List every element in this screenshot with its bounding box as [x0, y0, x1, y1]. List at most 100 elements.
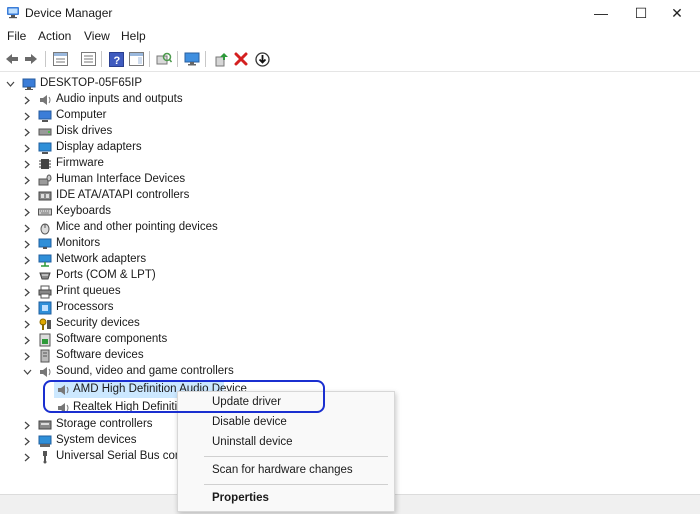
- tree-item-mice[interactable]: Mice and other pointing devices: [0, 220, 700, 236]
- tree-item-label: Storage controllers: [56, 418, 153, 430]
- tree-item-computer[interactable]: Computer: [0, 108, 700, 124]
- tree-root-label: DESKTOP-05F65IP: [40, 77, 143, 89]
- tree-item-label: Sound, video and game controllers: [56, 365, 234, 377]
- chevron-down-icon[interactable]: [22, 364, 32, 380]
- context-separator: [204, 456, 388, 457]
- security-key-icon: [39, 318, 51, 330]
- tree-item-label: Disk drives: [56, 125, 113, 137]
- uninstall-x-icon[interactable]: [232, 50, 250, 68]
- chevron-right-icon[interactable]: [22, 348, 32, 364]
- toolbar-separator: [205, 51, 206, 67]
- tree-item-label: IDE ATA/ATAPI controllers: [56, 189, 190, 201]
- tree-item-software-devices[interactable]: Software devices: [0, 348, 700, 364]
- monitor-icon[interactable]: [183, 50, 201, 68]
- tree-item-firmware[interactable]: Firmware: [0, 156, 700, 172]
- software-component-icon: [39, 333, 51, 347]
- menu-view[interactable]: View: [84, 29, 110, 43]
- disk-drive-icon: [38, 128, 52, 136]
- tree-item-software-components[interactable]: Software components: [0, 332, 700, 348]
- view-list-icon[interactable]: [79, 50, 97, 68]
- chevron-right-icon[interactable]: [22, 417, 32, 433]
- chevron-right-icon[interactable]: [22, 316, 32, 332]
- chevron-right-icon[interactable]: [22, 140, 32, 156]
- mouse-icon: [40, 223, 50, 235]
- toolbar-separator: [177, 51, 178, 67]
- tree-item-label: Software devices: [56, 349, 144, 361]
- toolbar-separator: [149, 51, 150, 67]
- tree-item-label: Print queues: [56, 285, 121, 297]
- chevron-right-icon[interactable]: [22, 156, 32, 172]
- help-icon[interactable]: ?: [107, 50, 125, 68]
- tree-item-audio-inputs[interactable]: Audio inputs and outputs: [0, 92, 700, 108]
- tree-item-label: Computer: [56, 109, 107, 121]
- add-driver-icon[interactable]: [212, 50, 230, 68]
- tree-root[interactable]: DESKTOP-05F65IP: [0, 76, 700, 92]
- download-driver-icon[interactable]: [253, 50, 271, 68]
- tree-item-sound-video[interactable]: Sound, video and game controllers: [0, 364, 700, 380]
- hid-icon: [38, 174, 52, 186]
- chevron-right-icon[interactable]: [22, 188, 32, 204]
- speaker-icon: [40, 95, 51, 105]
- monitor-icon: [38, 238, 52, 249]
- chevron-right-icon[interactable]: [22, 284, 32, 300]
- chevron-right-icon[interactable]: [22, 433, 32, 449]
- chevron-right-icon[interactable]: [22, 252, 32, 268]
- tree-item-hid[interactable]: Human Interface Devices: [0, 172, 700, 188]
- tree-item-label: Security devices: [56, 317, 140, 329]
- tree-item-network[interactable]: Network adapters: [0, 252, 700, 268]
- ide-controller-icon: [38, 191, 52, 201]
- context-disable-device[interactable]: Disable device: [212, 416, 287, 428]
- toolbar-separator: [101, 51, 102, 67]
- tree-item-processors[interactable]: Processors: [0, 300, 700, 316]
- computer-icon: [38, 110, 52, 122]
- tree-item-label: Software components: [56, 333, 168, 345]
- chevron-right-icon[interactable]: [22, 236, 32, 252]
- tree-item-label: Firmware: [56, 157, 104, 169]
- tree-item-label: System devices: [56, 434, 137, 446]
- tree-item-ports[interactable]: Ports (COM & LPT): [0, 268, 700, 284]
- context-properties[interactable]: Properties: [212, 492, 269, 504]
- tree-item-label: Keyboards: [56, 205, 111, 217]
- context-scan-hardware[interactable]: Scan for hardware changes: [212, 464, 353, 476]
- tree-item-security[interactable]: Security devices: [0, 316, 700, 332]
- tree-item-keyboards[interactable]: Keyboards: [0, 204, 700, 220]
- chevron-right-icon[interactable]: [22, 92, 32, 108]
- chevron-right-icon[interactable]: [22, 332, 32, 348]
- network-adapter-icon: [38, 254, 52, 267]
- window-title: Device Manager: [25, 6, 113, 20]
- menu-action[interactable]: Action: [38, 29, 71, 43]
- context-uninstall-device[interactable]: Uninstall device: [212, 436, 293, 448]
- menu-file[interactable]: File: [7, 29, 26, 43]
- chevron-down-icon[interactable]: [5, 76, 15, 92]
- chevron-right-icon[interactable]: [22, 108, 32, 124]
- chevron-right-icon[interactable]: [22, 204, 32, 220]
- scan-hardware-icon[interactable]: [155, 50, 173, 68]
- chevron-right-icon[interactable]: [22, 172, 32, 188]
- tree-item-label: Ports (COM & LPT): [56, 269, 156, 281]
- chevron-right-icon[interactable]: [22, 449, 32, 465]
- menu-help[interactable]: Help: [121, 29, 146, 43]
- tree-item-print-queues[interactable]: Print queues: [0, 284, 700, 300]
- chevron-right-icon[interactable]: [22, 300, 32, 316]
- tree-item-monitors[interactable]: Monitors: [0, 236, 700, 252]
- chevron-right-icon[interactable]: [22, 220, 32, 236]
- system-device-icon: [38, 435, 52, 447]
- usb-icon: [43, 451, 47, 464]
- properties-pane-icon[interactable]: [51, 50, 69, 68]
- close-button[interactable]: ✕: [654, 0, 700, 26]
- tree-item-label: Human Interface Devices: [56, 173, 186, 185]
- tree-item-ide[interactable]: IDE ATA/ATAPI controllers: [0, 188, 700, 204]
- back-arrow-icon[interactable]: [3, 50, 21, 68]
- processor-icon: [38, 301, 52, 315]
- computer-icon: [22, 78, 36, 90]
- toolbar-separator: [45, 51, 46, 67]
- tree-item-label: Monitors: [56, 237, 101, 249]
- tree-item-display-adapters[interactable]: Display adapters: [0, 140, 700, 156]
- chevron-right-icon[interactable]: [22, 268, 32, 284]
- action-pane-icon[interactable]: [127, 50, 145, 68]
- chevron-right-icon[interactable]: [22, 124, 32, 140]
- tree-item-disk-drives[interactable]: Disk drives: [0, 124, 700, 140]
- firmware-chip-icon: [39, 159, 51, 169]
- tree-item-label: Network adapters: [56, 253, 147, 265]
- forward-arrow-icon[interactable]: [22, 50, 40, 68]
